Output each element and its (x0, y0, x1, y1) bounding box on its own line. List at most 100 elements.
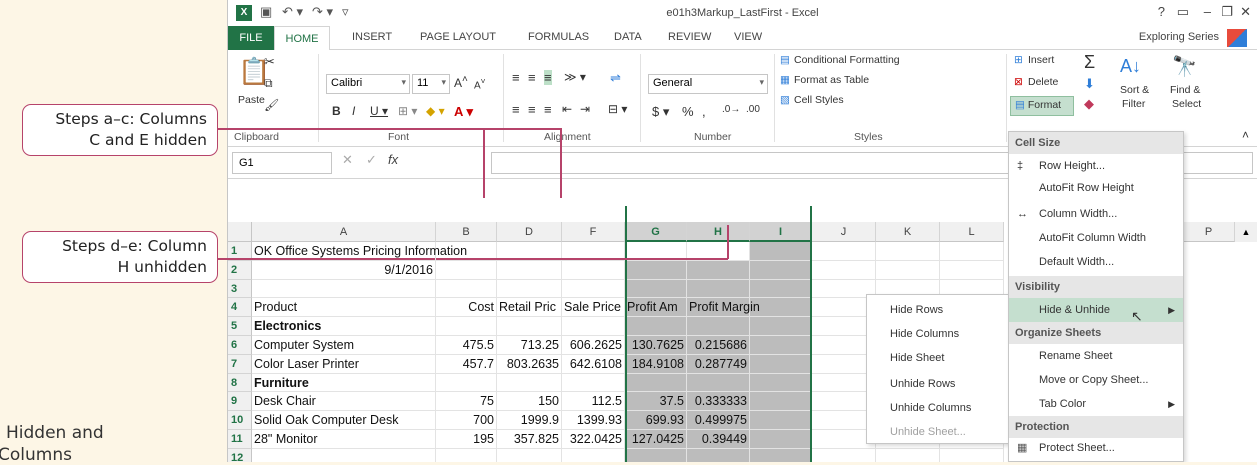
cell-g12[interactable] (625, 448, 687, 462)
cell-b8[interactable] (436, 373, 497, 393)
font-color-icon[interactable]: A ▾ (454, 104, 473, 120)
cell-b11[interactable]: 195 (436, 430, 497, 449)
percent-icon[interactable]: % (682, 104, 694, 119)
cell-b4[interactable]: Cost (436, 298, 497, 318)
cell-k1[interactable] (876, 242, 940, 261)
cell-i6[interactable] (750, 336, 812, 355)
cell-f11[interactable]: 322.0425 (562, 430, 625, 449)
grow-font-icon[interactable]: A˄ (454, 74, 468, 90)
cell-a8[interactable]: Furniture (252, 373, 436, 393)
cell-g9[interactable]: 37.5 (625, 392, 687, 412)
clear-icon[interactable]: ◆ (1084, 96, 1094, 112)
align-left-icon[interactable]: ≡ (512, 102, 520, 117)
cell-g2[interactable] (625, 260, 687, 280)
find-select-button[interactable]: Find & (1170, 84, 1200, 96)
column-header-d[interactable]: D (497, 222, 562, 242)
cell-styles-button[interactable]: Cell Styles (794, 94, 844, 106)
cell-i1[interactable] (750, 242, 812, 261)
number-format-dropdown[interactable]: General (648, 74, 768, 94)
cell-i7[interactable] (750, 354, 812, 374)
find-select-button-line2[interactable]: Select (1172, 98, 1201, 110)
cell-h10[interactable]: 0.499975 (687, 411, 750, 430)
avatar[interactable] (1227, 29, 1247, 47)
select-all-corner[interactable] (228, 222, 252, 242)
menu-item-hide-sheet[interactable]: Hide Sheet (867, 347, 1009, 371)
paste-button[interactable]: Paste (238, 94, 265, 106)
cell-b10[interactable]: 700 (436, 411, 497, 430)
cell-a11[interactable]: 28" Monitor (252, 430, 436, 449)
cell-h6[interactable]: 0.215686 (687, 336, 750, 355)
cell-f10[interactable]: 1399.93 (562, 411, 625, 430)
column-header-p[interactable]: P (1183, 222, 1235, 242)
cell-k2[interactable] (876, 260, 940, 280)
cell-a3[interactable] (252, 279, 436, 299)
column-header-k[interactable]: K (876, 222, 940, 242)
column-header-f[interactable]: F (562, 222, 625, 242)
cell-h8[interactable] (687, 373, 750, 393)
cell-d10[interactable]: 1999.9 (497, 411, 562, 430)
find-select-icon[interactable]: 🔭 (1172, 54, 1197, 79)
column-header-a[interactable]: A (252, 222, 436, 242)
comma-icon[interactable]: , (702, 104, 706, 119)
cell-g11[interactable]: 127.0425 (625, 430, 687, 449)
cell-j1[interactable] (812, 242, 876, 261)
cell-f8[interactable] (562, 373, 625, 393)
cell-h12[interactable] (687, 448, 750, 462)
delete-icon[interactable]: ⊠ (1014, 76, 1023, 88)
account-name[interactable]: Exploring Series (1139, 31, 1219, 43)
cell-a6[interactable]: Computer System (252, 336, 436, 355)
cell-h9[interactable]: 0.333333 (687, 392, 750, 412)
cell-g4[interactable]: Profit Am (625, 298, 687, 318)
row-header[interactable]: 11 (228, 430, 252, 449)
tab-page-layout[interactable]: PAGE LAYOUT (420, 31, 496, 43)
menu-item-unhide-columns[interactable]: Unhide Columns (867, 397, 1009, 421)
tab-file[interactable]: FILE (228, 26, 274, 50)
tab-insert[interactable]: INSERT (352, 31, 392, 43)
column-header-i[interactable]: I (750, 222, 812, 242)
underline-icon[interactable]: U ▾ (370, 104, 388, 118)
cell-h3[interactable] (687, 279, 750, 299)
cell-g8[interactable] (625, 373, 687, 393)
cell-a1[interactable]: OK Office Systems Pricing Information (252, 242, 467, 261)
delete-button[interactable]: Delete (1028, 76, 1058, 88)
cell-a4[interactable]: Product (252, 298, 436, 318)
column-header-g[interactable]: G (625, 222, 687, 242)
column-header-b[interactable]: B (436, 222, 497, 242)
column-header-j[interactable]: J (812, 222, 876, 242)
bold-icon[interactable]: B (332, 104, 341, 118)
font-name-dropdown[interactable]: Calibri (326, 74, 410, 94)
format-painter-icon[interactable]: 🖌 (264, 98, 279, 112)
cell-b7[interactable]: 457.7 (436, 354, 497, 374)
conditional-formatting-icon[interactable]: ▤ (780, 54, 790, 66)
cell-b2[interactable] (436, 260, 497, 280)
menu-item-autofit-row[interactable]: AutoFit Row Height (1009, 178, 1183, 200)
menu-item-column-width[interactable]: ↔ Column Width... (1009, 204, 1183, 226)
cell-d7[interactable]: 803.2635 (497, 354, 562, 374)
collapse-ribbon-icon[interactable]: ˄ (1242, 128, 1249, 142)
name-box[interactable]: G1 (232, 152, 332, 174)
column-header-l[interactable]: L (940, 222, 1004, 242)
menu-item-tab-color[interactable]: Tab Color ▶ (1009, 394, 1183, 416)
cell-d11[interactable]: 357.825 (497, 430, 562, 449)
tab-formulas[interactable]: FORMULAS (528, 31, 589, 43)
enter-icon[interactable]: ✓ (366, 152, 377, 168)
cell-i9[interactable] (750, 392, 812, 412)
cell-i10[interactable] (750, 411, 812, 430)
cell-i12[interactable] (750, 448, 812, 462)
cell-j12[interactable] (812, 448, 876, 462)
cell-l1[interactable] (940, 242, 1004, 261)
increase-indent-icon[interactable]: ⇥ (580, 102, 590, 116)
row-header[interactable]: 4 (228, 298, 252, 318)
insert-icon[interactable]: ⊞ (1014, 54, 1023, 66)
cell-i11[interactable] (750, 430, 812, 449)
cell-a10[interactable]: Solid Oak Computer Desk (252, 411, 436, 430)
menu-item-hide-unhide[interactable]: Hide & Unhide ▶ ↖ (1009, 298, 1183, 324)
cell-l2[interactable] (940, 260, 1004, 280)
cell-d2[interactable] (497, 260, 562, 280)
align-top-icon[interactable]: ≡ (512, 70, 520, 85)
conditional-formatting-button[interactable]: Conditional Formatting (794, 54, 900, 66)
cell-b12[interactable] (436, 448, 497, 462)
cell-h4[interactable]: Profit Margin (687, 298, 760, 318)
format-as-table-icon[interactable]: ▦ (780, 74, 790, 86)
cell-styles-icon[interactable]: ▧ (780, 94, 790, 106)
